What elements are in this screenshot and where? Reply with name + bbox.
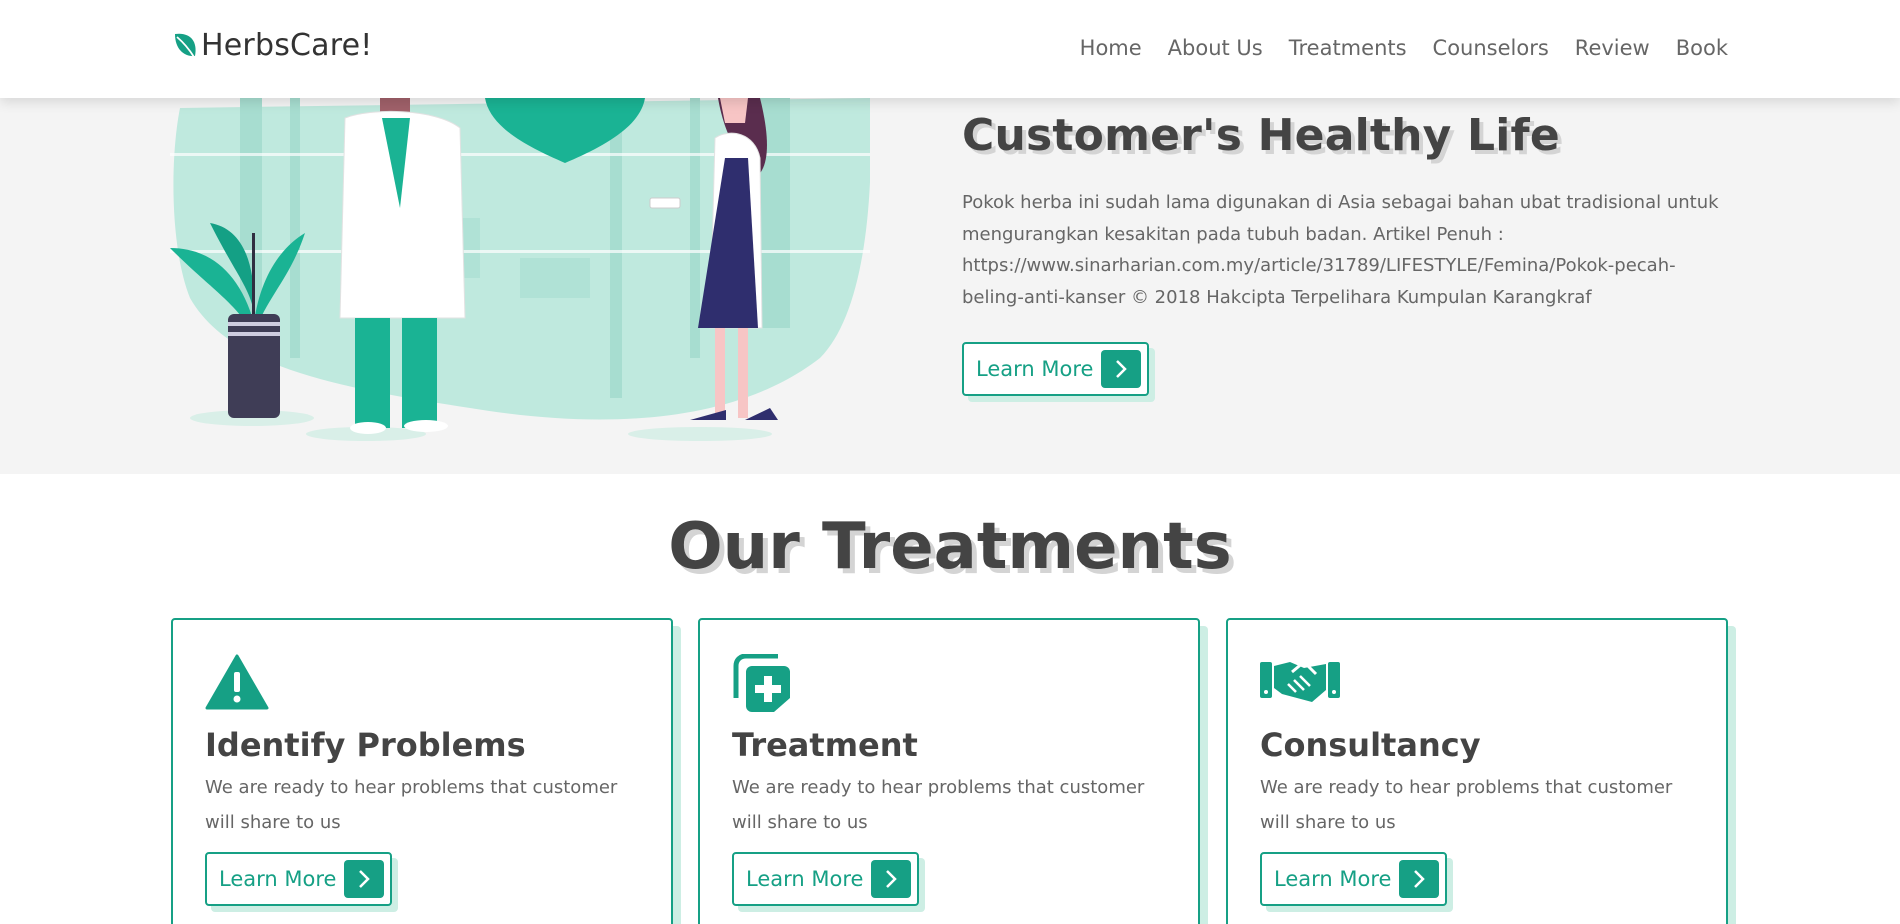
chevron-right-icon (871, 860, 912, 898)
site-header: HerbsCare! Home About Us Treatments Coun… (0, 0, 1900, 98)
chevron-right-icon (1101, 350, 1142, 388)
section-title: Our Treatments (668, 510, 1232, 584)
hero-title: Customer's Healthy Life (962, 110, 1560, 161)
card-learn-more-button[interactable]: Learn More (205, 852, 393, 906)
medical-kit-icon (732, 653, 792, 718)
hero-text-block: Customer's Healthy Life Pokok herba ini … (962, 110, 1732, 313)
button-label: Learn More (219, 867, 337, 891)
main-nav: Home About Us Treatments Counselors Revi… (1080, 36, 1728, 60)
card-learn-more-button[interactable]: Learn More (1260, 852, 1448, 906)
treatment-card: Consultancy We are ready to hear problem… (1226, 618, 1728, 924)
nav-home[interactable]: Home (1080, 36, 1142, 60)
nav-about-us[interactable]: About Us (1168, 36, 1263, 60)
treatment-card: Treatment We are ready to hear problems … (698, 618, 1200, 924)
doctors-illustration (170, 98, 870, 441)
card-description: We are ready to hear problems that custo… (205, 777, 618, 833)
treatment-card: Identify Problems We are ready to hear p… (171, 618, 673, 924)
card-description: We are ready to hear problems that custo… (1260, 777, 1673, 833)
nav-review[interactable]: Review (1575, 36, 1650, 60)
button-label: Learn More (746, 867, 864, 891)
hero-description: Pokok herba ini sudah lama digunakan di … (962, 192, 1719, 308)
card-title: Identify Problems (205, 726, 526, 764)
handshake-icon (1260, 654, 1340, 708)
card-title: Consultancy (1260, 726, 1481, 764)
nav-treatments[interactable]: Treatments (1289, 36, 1407, 60)
hero-section: Customer's Healthy Life Pokok herba ini … (0, 98, 1900, 474)
card-title: Treatment (732, 726, 918, 764)
logo[interactable]: HerbsCare! (171, 28, 373, 63)
logo-text: HerbsCare! (201, 28, 373, 63)
nav-book[interactable]: Book (1676, 36, 1728, 60)
hero-learn-more-button[interactable]: Learn More (962, 342, 1150, 396)
leaf-icon (175, 33, 196, 57)
card-learn-more-button[interactable]: Learn More (732, 852, 920, 906)
warning-triangle-icon (205, 654, 269, 714)
button-label: Learn More (1274, 867, 1392, 891)
button-label: Learn More (976, 357, 1094, 381)
chevron-right-icon (344, 860, 385, 898)
chevron-right-icon (1399, 860, 1440, 898)
nav-counselors[interactable]: Counselors (1433, 36, 1549, 60)
card-description: We are ready to hear problems that custo… (732, 777, 1145, 833)
